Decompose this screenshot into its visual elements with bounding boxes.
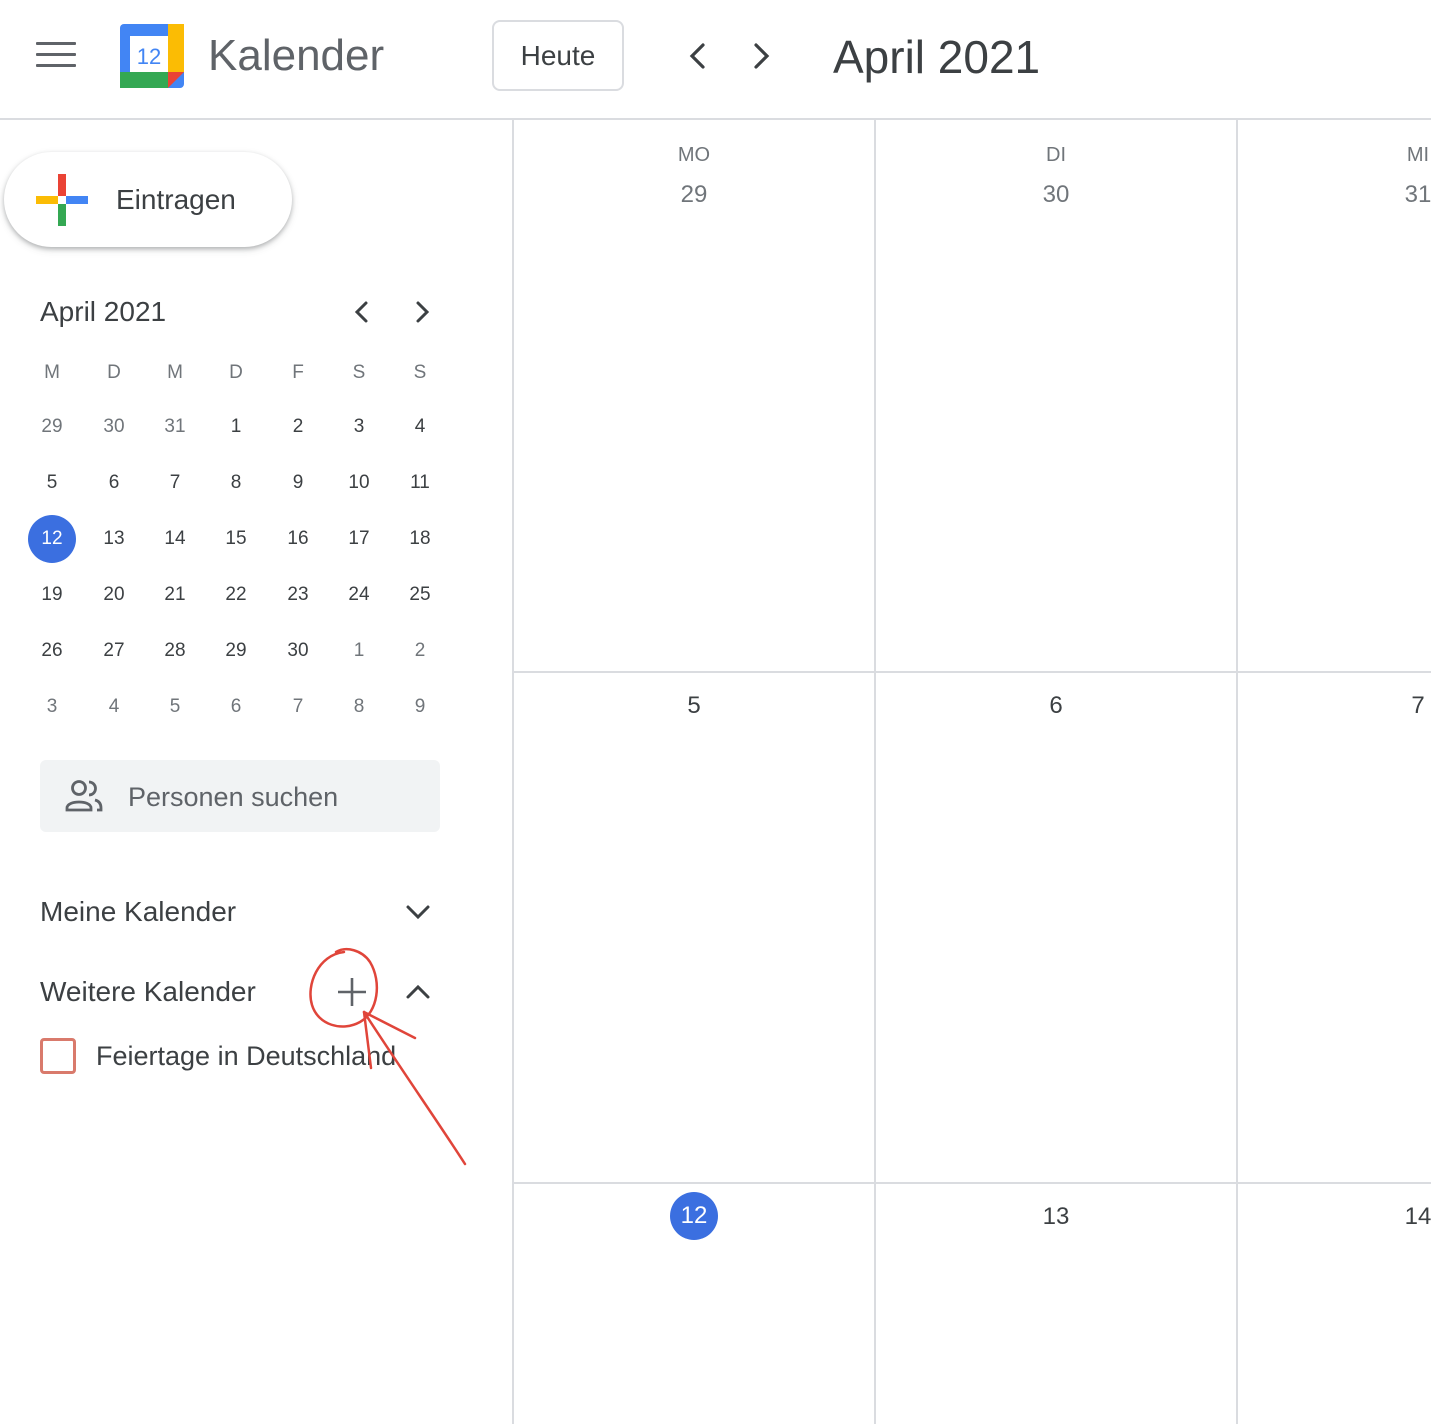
mini-day[interactable]: 18 bbox=[396, 515, 444, 563]
create-label: Eintragen bbox=[116, 184, 236, 215]
mini-weekday-header: M bbox=[167, 362, 183, 383]
mini-day[interactable]: 27 bbox=[90, 627, 138, 675]
mini-day[interactable]: 3 bbox=[28, 683, 76, 731]
mini-day[interactable]: 2 bbox=[396, 627, 444, 675]
mini-day[interactable]: 31 bbox=[151, 403, 199, 451]
mini-weekday-header: D bbox=[107, 362, 121, 383]
svg-text:12: 12 bbox=[137, 44, 161, 69]
mini-day[interactable]: 6 bbox=[90, 459, 138, 507]
mini-day[interactable]: 5 bbox=[151, 683, 199, 731]
day-number[interactable]: 30 bbox=[996, 181, 1116, 209]
mini-day[interactable]: 15 bbox=[212, 515, 260, 563]
add-calendar-icon[interactable] bbox=[332, 972, 372, 1012]
mini-day[interactable]: 2 bbox=[274, 403, 322, 451]
top-bar: 12 Kalender Heute April 2021 bbox=[0, 0, 1431, 120]
weekday-header: DI bbox=[1046, 144, 1066, 166]
mini-day[interactable]: 30 bbox=[90, 403, 138, 451]
mini-day[interactable]: 5 bbox=[28, 459, 76, 507]
grid-divider bbox=[1236, 120, 1238, 1424]
holidays-calendar-checkbox[interactable] bbox=[40, 1038, 76, 1074]
day-number[interactable]: 13 bbox=[996, 1203, 1116, 1231]
grid-divider bbox=[512, 1182, 1431, 1184]
weekday-header: MI bbox=[1406, 144, 1430, 166]
mini-day[interactable]: 21 bbox=[151, 571, 199, 619]
mini-day[interactable]: 9 bbox=[274, 459, 322, 507]
people-search-placeholder: Personen suchen bbox=[128, 782, 339, 812]
mini-day[interactable]: 26 bbox=[28, 627, 76, 675]
other-calendars-heading[interactable]: Weitere Kalender bbox=[40, 974, 256, 1010]
mini-day[interactable]: 30 bbox=[274, 627, 322, 675]
app-title: Kalender bbox=[208, 31, 385, 80]
mini-day[interactable]: 1 bbox=[335, 627, 383, 675]
mini-day-today[interactable]: 12 bbox=[28, 515, 76, 563]
mini-day[interactable]: 29 bbox=[28, 403, 76, 451]
people-search-field[interactable]: Personen suchen bbox=[40, 760, 440, 832]
create-event-button[interactable]: Eintragen bbox=[4, 152, 292, 247]
mini-day[interactable]: 17 bbox=[335, 515, 383, 563]
mini-day[interactable]: 10 bbox=[335, 459, 383, 507]
mini-prev-month-icon[interactable] bbox=[344, 294, 380, 330]
mini-next-month-icon[interactable] bbox=[404, 294, 440, 330]
mini-day[interactable]: 1 bbox=[212, 403, 260, 451]
mini-day[interactable]: 14 bbox=[151, 515, 199, 563]
mini-day[interactable]: 22 bbox=[212, 571, 260, 619]
annotation-arrow bbox=[362, 1010, 467, 1166]
today-day-number[interactable]: 12 bbox=[670, 1192, 718, 1240]
main-menu-icon[interactable] bbox=[36, 42, 76, 70]
mini-weekday-header: M bbox=[44, 362, 60, 383]
mini-day[interactable]: 8 bbox=[212, 459, 260, 507]
day-number[interactable]: 6 bbox=[996, 692, 1116, 720]
mini-day[interactable]: 23 bbox=[274, 571, 322, 619]
mini-day[interactable]: 25 bbox=[396, 571, 444, 619]
mini-day[interactable]: 24 bbox=[335, 571, 383, 619]
day-number[interactable]: 5 bbox=[634, 692, 754, 720]
mini-day[interactable]: 7 bbox=[151, 459, 199, 507]
previous-period-icon[interactable] bbox=[676, 34, 720, 78]
mini-day[interactable]: 16 bbox=[274, 515, 322, 563]
mini-day[interactable]: 28 bbox=[151, 627, 199, 675]
mini-day[interactable]: 19 bbox=[28, 571, 76, 619]
mini-day[interactable]: 7 bbox=[274, 683, 322, 731]
people-icon bbox=[65, 780, 103, 812]
mini-day[interactable]: 8 bbox=[335, 683, 383, 731]
current-period-title: April 2021 bbox=[833, 31, 1041, 83]
holidays-calendar-label: Feiertage in Deutschland bbox=[96, 1041, 397, 1071]
calendar-logo-icon: 12 bbox=[120, 24, 184, 88]
mini-day[interactable]: 13 bbox=[90, 515, 138, 563]
colored-plus-icon bbox=[36, 174, 88, 226]
weekday-header: MO bbox=[677, 144, 711, 166]
chevron-up-icon[interactable] bbox=[402, 976, 434, 1008]
day-number[interactable]: 7 bbox=[1358, 692, 1431, 720]
grid-divider bbox=[512, 671, 1431, 673]
my-calendars-heading[interactable]: Meine Kalender bbox=[40, 894, 236, 930]
mini-day[interactable]: 20 bbox=[90, 571, 138, 619]
mini-calendar-title: April 2021 bbox=[40, 296, 167, 327]
grid-divider bbox=[512, 120, 514, 1424]
mini-day[interactable]: 6 bbox=[212, 683, 260, 731]
grid-divider bbox=[874, 120, 876, 1424]
mini-day[interactable]: 3 bbox=[335, 403, 383, 451]
today-button[interactable]: Heute bbox=[492, 20, 624, 91]
mini-day[interactable]: 9 bbox=[396, 683, 444, 731]
day-number[interactable]: 31 bbox=[1358, 181, 1431, 209]
mini-weekday-header: D bbox=[229, 362, 243, 383]
mini-weekday-header: S bbox=[352, 362, 366, 383]
chevron-down-icon[interactable] bbox=[402, 896, 434, 928]
mini-day[interactable]: 11 bbox=[396, 459, 444, 507]
next-period-icon[interactable] bbox=[739, 34, 783, 78]
mini-day[interactable]: 4 bbox=[90, 683, 138, 731]
mini-day[interactable]: 4 bbox=[396, 403, 444, 451]
mini-weekday-header: F bbox=[292, 362, 304, 383]
mini-weekday-header: S bbox=[413, 362, 427, 383]
mini-day[interactable]: 29 bbox=[212, 627, 260, 675]
day-number[interactable]: 29 bbox=[634, 181, 754, 209]
day-number[interactable]: 14 bbox=[1358, 1203, 1431, 1231]
